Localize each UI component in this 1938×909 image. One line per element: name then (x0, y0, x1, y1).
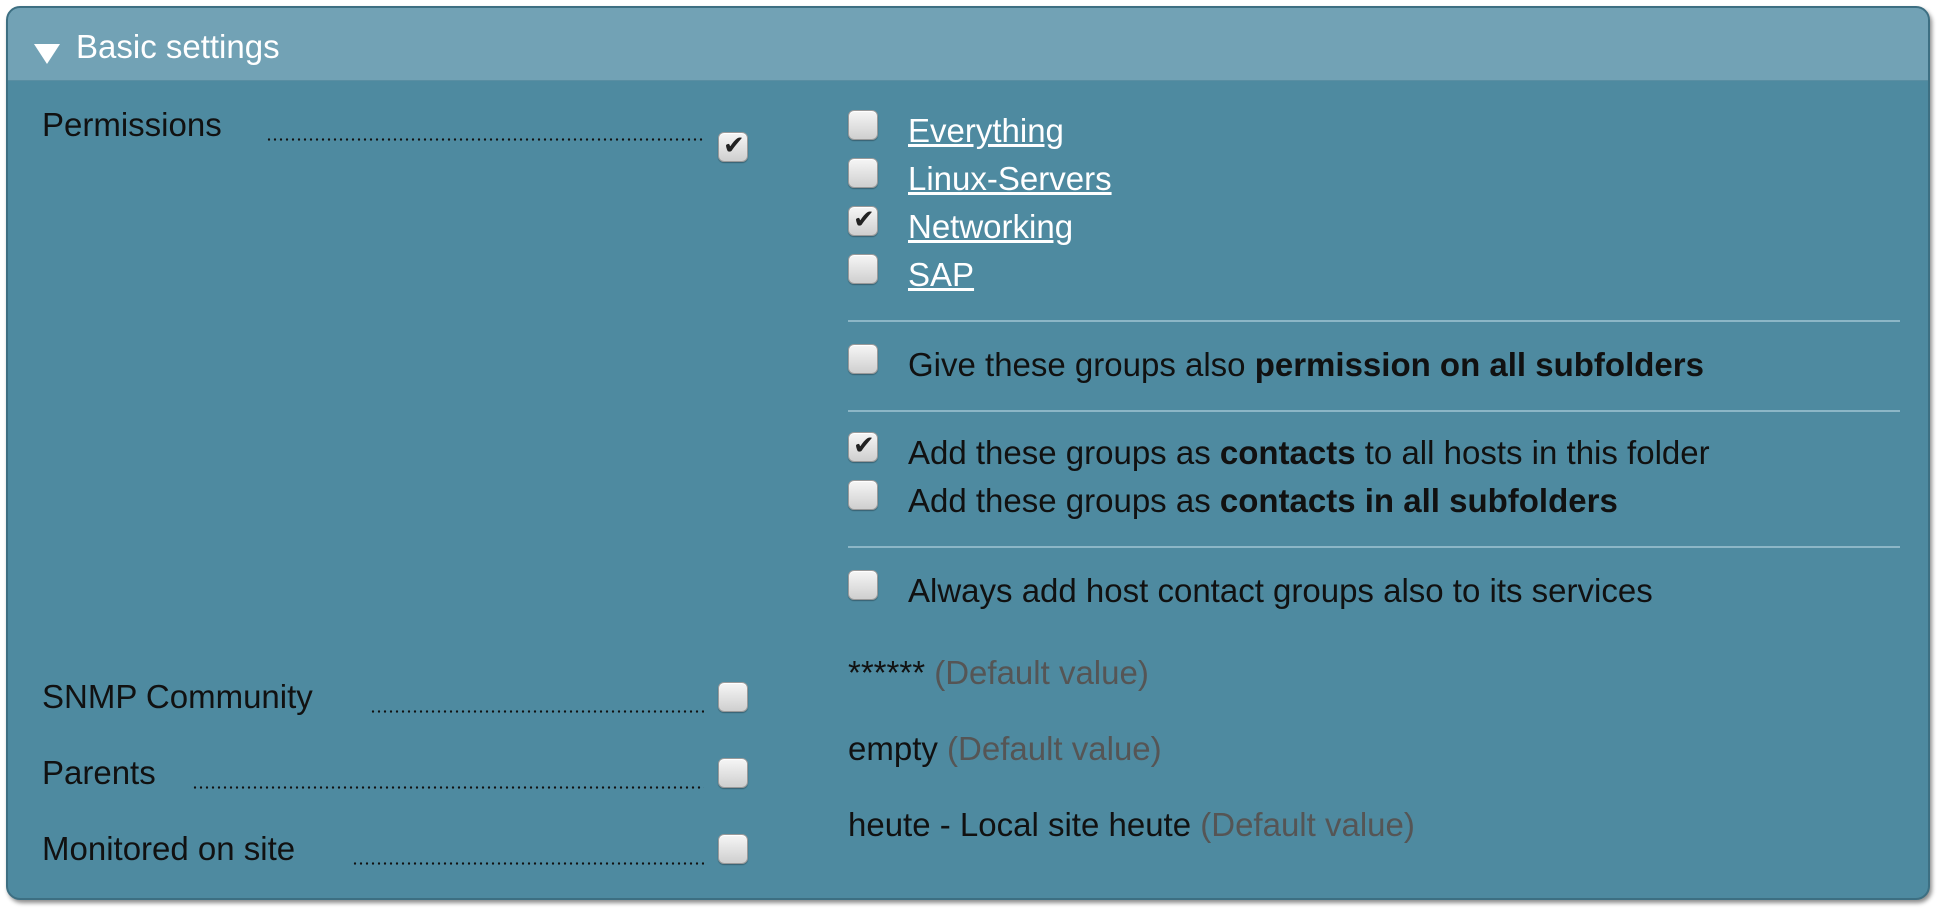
group-checkbox-networking[interactable]: ✔ (848, 205, 878, 236)
dotted-leader (352, 862, 704, 865)
subfolders-permission-label: Give these groups also permission on all… (908, 346, 1704, 384)
dotted-leader (266, 138, 704, 141)
permissions-checkbox[interactable]: ✔ (718, 131, 748, 162)
option-bold-text: permission on all subfolders (1254, 346, 1704, 383)
basic-settings-panel: Basic settings Permissions ✔ SNMP Commun… (6, 6, 1930, 900)
contacts-checkbox[interactable]: ✔ (848, 431, 878, 462)
subfolders-permission-checkbox[interactable] (848, 344, 878, 374)
services-contact-groups-label: Always add host contact groups also to i… (908, 572, 1653, 609)
default-value-text: (Default value) (1200, 806, 1415, 843)
monitored-on-site-checkbox[interactable] (718, 834, 748, 864)
group-checkbox-linux-servers[interactable] (848, 158, 878, 188)
option-text: Add these groups as (908, 482, 1220, 519)
default-value-text: (Default value) (934, 654, 1149, 691)
permissions-label: Permissions (42, 106, 222, 143)
checkmark-icon: ✔ (723, 131, 745, 161)
parents-checkbox[interactable] (718, 758, 748, 788)
dotted-leader (370, 710, 704, 713)
snmp-community-checkbox[interactable] (718, 682, 748, 712)
group-link-sap[interactable]: SAP (908, 256, 974, 294)
separator (848, 546, 1900, 548)
option-text: Add these groups as (908, 434, 1220, 471)
group-link-networking[interactable]: Networking (908, 208, 1073, 246)
option-text: to all hosts in this folder (1355, 434, 1710, 471)
dotted-leader (192, 786, 704, 789)
value-text: ****** (848, 654, 926, 691)
contacts-label: Add these groups as contacts to all host… (908, 434, 1710, 472)
monitored-on-site-label: Monitored on site (42, 830, 296, 867)
triangle-down-icon[interactable] (34, 44, 60, 64)
contacts-subfolders-checkbox[interactable] (848, 480, 878, 510)
value-text: empty (848, 730, 938, 767)
site-value: heute - Local site heute (Default value) (848, 806, 1415, 844)
separator (848, 320, 1900, 322)
option-text: Give these groups also (908, 346, 1255, 383)
group-link-linux-servers[interactable]: Linux-Servers (908, 160, 1112, 198)
parents-label: Parents (42, 754, 156, 791)
parents-value: empty (Default value) (848, 730, 1162, 768)
group-link-everything[interactable]: Everything (908, 112, 1064, 150)
checkmark-icon: ✔ (853, 431, 875, 461)
snmp-community-value: ****** (Default value) (848, 654, 1149, 692)
option-bold-text: contacts in all subfolders (1219, 482, 1618, 519)
group-checkbox-everything[interactable] (848, 110, 878, 140)
option-bold-text: contacts (1219, 434, 1356, 471)
separator (848, 410, 1900, 412)
contacts-subfolders-label: Add these groups as contacts in all subf… (908, 482, 1618, 520)
value-text: heute - Local site heute (848, 806, 1192, 843)
panel-title[interactable]: Basic settings (76, 28, 280, 66)
default-value-text: (Default value) (947, 730, 1162, 767)
services-contact-groups-checkbox[interactable] (848, 570, 878, 600)
group-checkbox-sap[interactable] (848, 254, 878, 284)
panel-header[interactable]: Basic settings (8, 8, 1928, 81)
checkmark-icon: ✔ (853, 205, 875, 235)
snmp-community-label: SNMP Community (42, 678, 313, 715)
